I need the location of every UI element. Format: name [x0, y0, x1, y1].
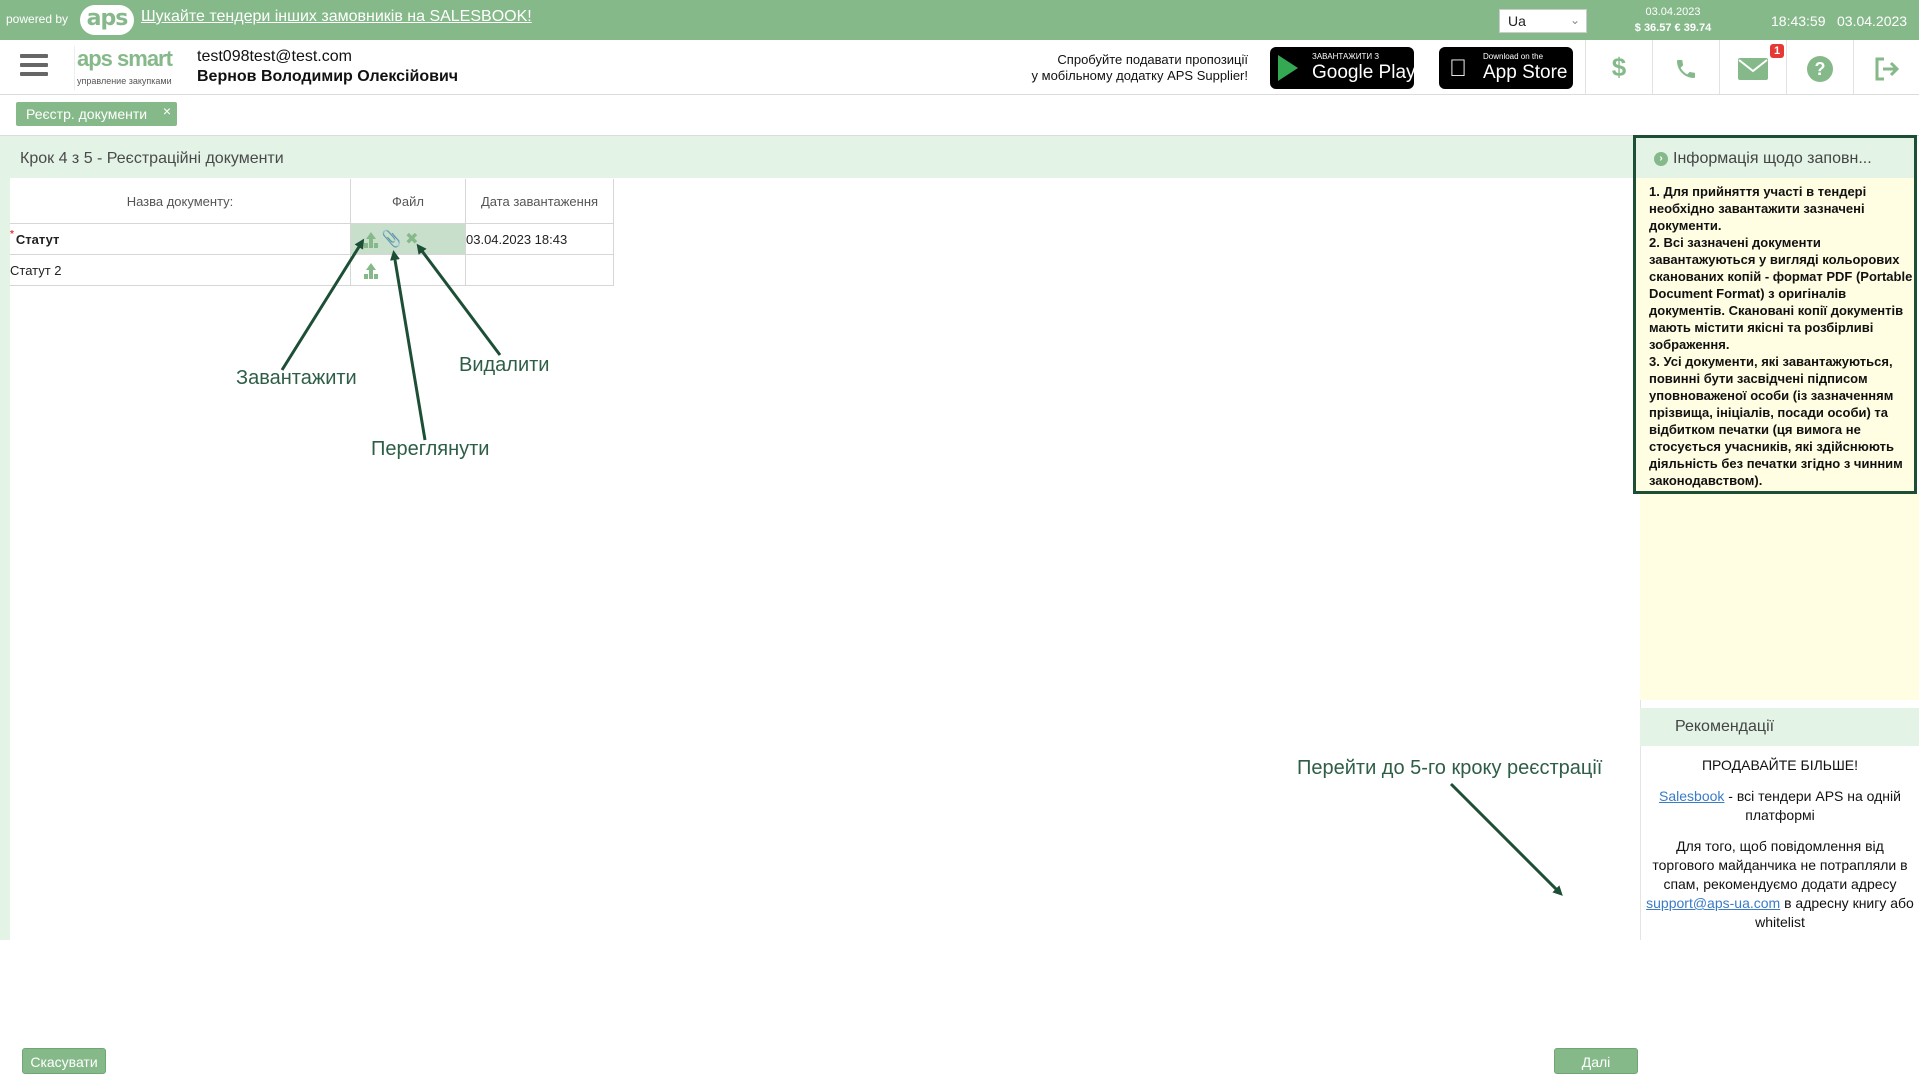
info-panel-background	[1640, 494, 1919, 700]
annotation-view: Переглянути	[371, 438, 490, 460]
document-name-cell: Статут 2	[10, 254, 351, 286]
google-play-big-text: Google Play	[1312, 62, 1416, 83]
mobile-promo-line-1: Спробуйте подавати пропозиції	[1057, 52, 1248, 67]
info-panel-text: 1. Для прийняття участі в тендері необхі…	[1649, 184, 1913, 488]
cancel-button[interactable]: Скасувати	[22, 1048, 106, 1074]
help-icon[interactable]: ?	[1786, 40, 1853, 94]
document-name-cell: * Статут	[10, 223, 351, 255]
delete-icon[interactable]: ✖	[405, 229, 418, 249]
main-header: aps smart управление закупками test098te…	[0, 40, 1919, 95]
info-panel-header[interactable]: › Інформація щодо заповн...	[1636, 138, 1914, 178]
apple-icon: 	[1449, 55, 1467, 83]
salesbook-text: - всі тендери APS на одній платформі	[1724, 788, 1901, 823]
info-panel-title: Інформація щодо заповн...	[1673, 150, 1872, 167]
recommendations-header: Рекомендації	[1640, 708, 1919, 746]
google-play-button[interactable]: ЗАВАНТАЖИТИ З Google Play	[1270, 47, 1416, 89]
document-name: Статут	[15, 231, 60, 247]
tab-label: Реєстр. документи	[26, 106, 148, 122]
main-panel: Крок 4 з 5 - Реєстраційні документи Назв…	[0, 136, 1640, 1074]
salesbook-promo-link[interactable]: Шукайте тендери інших замовників на SALE…	[141, 8, 532, 26]
app-store-button[interactable]:  Download on the App Store	[1439, 47, 1573, 89]
chevron-down-icon: ⌄	[1569, 13, 1580, 27]
salesbook-paragraph: Salesbook - всі тендери APS на одній пла…	[1645, 787, 1915, 825]
file-actions-cell	[350, 254, 466, 286]
language-value: Ua	[1508, 13, 1526, 29]
upload-date-cell: 03.04.2023 18:43	[465, 223, 614, 255]
aps-smart-logo[interactable]: aps smart управление закупками	[74, 46, 187, 90]
aps-logo[interactable]: aps	[80, 5, 134, 35]
recommendations-body: ПРОДАВАЙТЕ БІЛЬШЕ! Salesbook - всі тенде…	[1645, 756, 1915, 944]
column-header-name: Назва документу:	[10, 179, 351, 224]
salesbook-link[interactable]: Salesbook	[1659, 788, 1724, 804]
dollar-icon[interactable]: $	[1585, 40, 1652, 94]
rates-values: $ 36.57 € 39.74	[1634, 22, 1712, 34]
table-row: Статут 2	[10, 254, 614, 286]
spam-paragraph: Для того, щоб повідомлення від торгового…	[1645, 837, 1915, 932]
tab-strip: Реєстр. документи ×	[0, 95, 1919, 136]
app-store-small-text: Download on the	[1483, 52, 1544, 61]
close-icon[interactable]: ×	[163, 99, 171, 123]
mobile-promo-line-2: у мобільному додатку APS Supplier!	[1031, 68, 1248, 83]
current-time: 18:43:59	[1771, 13, 1826, 29]
annotation-upload: Завантажити	[236, 367, 357, 389]
rates-date: 03.04.2023	[1645, 6, 1701, 18]
logo-text: aps smart	[77, 46, 173, 71]
tab-registration-documents[interactable]: Реєстр. документи ×	[16, 99, 178, 126]
logo-subtitle: управление закупками	[77, 76, 172, 86]
recommendations-title: Рекомендації	[1675, 718, 1775, 735]
google-play-icon	[1278, 55, 1298, 81]
spam-text: Для того, щоб повідомлення від торгового…	[1652, 838, 1908, 892]
paperclip-icon[interactable]: 📎	[382, 229, 402, 249]
user-name: Вернов Володимир Олексійович	[197, 68, 459, 85]
top-promo-bar: powered by aps Шукайте тендери інших зам…	[0, 0, 1919, 40]
powered-by-label: powered by	[6, 12, 69, 26]
column-header-date: Дата завантаження	[465, 179, 614, 224]
upload-icon[interactable]	[364, 231, 378, 247]
annotation-next-step: Перейти до 5-го кроку реєстрації	[1297, 757, 1603, 779]
required-marker: *	[10, 228, 14, 240]
next-button[interactable]: Далі	[1554, 1048, 1638, 1074]
sell-more-text: ПРОДАВАЙТЕ БІЛЬШЕ!	[1701, 757, 1859, 773]
mobile-app-promo: Спробуйте подавати пропозиції у мобільно…	[1000, 52, 1248, 84]
support-email-link[interactable]: support@aps-ua.com	[1646, 895, 1780, 911]
table-header-row: Назва документу: Файл Дата завантаження	[10, 179, 614, 224]
file-actions-cell: 📎 ✖	[350, 223, 466, 255]
current-date: 03.04.2023	[1837, 13, 1908, 29]
menu-icon[interactable]	[20, 54, 48, 80]
upload-date-cell	[465, 254, 614, 286]
user-email: test098test@test.com	[197, 48, 352, 65]
annotation-delete: Видалити	[459, 354, 550, 376]
language-select[interactable]: Ua ⌄	[1499, 9, 1587, 33]
google-play-small-text: ЗАВАНТАЖИТИ З	[1312, 52, 1380, 61]
phone-icon[interactable]	[1652, 40, 1719, 94]
document-name: Статут 2	[10, 262, 62, 278]
documents-table: Назва документу: Файл Дата завантаження …	[10, 179, 614, 286]
collapse-arrow-icon[interactable]: ›	[1654, 152, 1668, 166]
column-header-file: Файл	[350, 179, 466, 224]
info-panel: › Інформація щодо заповн... 1. Для прийн…	[1633, 135, 1917, 494]
exchange-rates: 03.04.2023 $ 36.57 € 39.74	[1628, 4, 1718, 36]
app-store-big-text: App Store	[1483, 62, 1568, 83]
upload-icon[interactable]	[364, 263, 378, 278]
logout-icon[interactable]	[1853, 40, 1919, 94]
table-row: * Статут 📎 ✖ 03.04.2023 18:43	[10, 223, 614, 255]
mail-badge: 1	[1770, 44, 1785, 58]
step-title: Крок 4 з 5 - Реєстраційні документи	[10, 136, 1640, 178]
